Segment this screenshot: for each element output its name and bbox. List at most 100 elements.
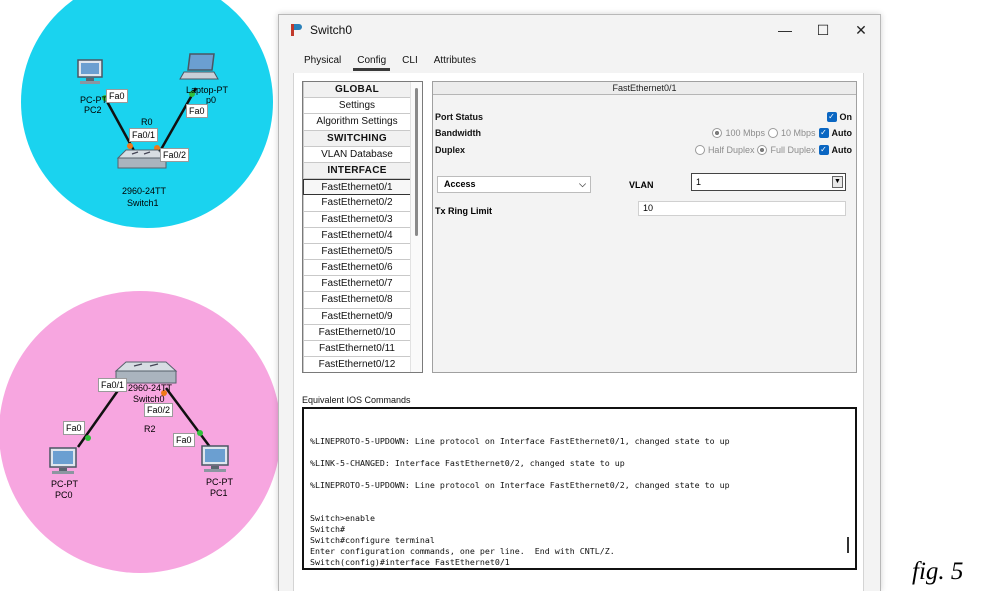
bandwidth-100-label: 100 Mbps <box>725 128 765 138</box>
tab-bar: Physical Config CLI Attributes <box>296 51 484 71</box>
laptop-type-label: Laptop-PT <box>186 85 229 95</box>
title-bar[interactable]: Switch0 — ☐ ✕ <box>279 15 880 45</box>
bandwidth-auto-label: Auto <box>831 128 853 138</box>
vlan-label: VLAN <box>629 180 654 190</box>
port-label: Fa0/2 <box>144 403 174 417</box>
port-mode-value: Access <box>444 179 476 189</box>
bandwidth-10-label: 10 Mbps <box>780 128 816 138</box>
nav-scroll-thumb[interactable] <box>415 88 418 236</box>
switch1-name-label: Switch1 <box>127 198 159 208</box>
tab-attributes[interactable]: Attributes <box>426 51 484 71</box>
port-status-checkbox[interactable]: ✓ <box>826 112 837 122</box>
port-label: Fa0/2 <box>160 148 190 162</box>
vlan-select[interactable]: 1 ▼ <box>691 173 846 191</box>
nav-item[interactable]: FastEthernet0/7 <box>303 276 411 293</box>
topology-drawing <box>0 0 281 573</box>
vlan-value: 1 <box>696 177 702 187</box>
tx-ring-limit-label: Tx Ring Limit <box>435 206 492 216</box>
switch1-model-label: 2960-24TT <box>122 186 167 196</box>
nav-item[interactable]: FastEthernet0/11 <box>303 341 411 358</box>
zone-center-label: R2 <box>144 424 156 434</box>
duplex-full-radio[interactable] <box>757 145 768 155</box>
bandwidth-100-radio[interactable] <box>712 128 723 138</box>
interface-panel: FastEthernet0/1 Port Status ✓ On Bandwid… <box>432 81 857 373</box>
zone-bottom <box>0 291 281 573</box>
bandwidth-auto-checkbox[interactable]: ✓ <box>818 128 829 138</box>
nav-item[interactable]: FastEthernet0/6 <box>303 260 411 277</box>
tx-ring-limit-value: 10 <box>643 203 654 213</box>
nav-item[interactable]: FastEthernet0/5 <box>303 243 411 261</box>
nav-scrollbar[interactable] <box>410 82 422 372</box>
port-status-label: Port Status <box>435 112 484 122</box>
console-line: %LINEPROTO-5-UPDOWN: Line protocol on In… <box>310 480 730 490</box>
ios-commands-label: Equivalent IOS Commands <box>302 395 411 405</box>
pc2-name-label: PC2 <box>84 105 102 115</box>
switch-icon[interactable] <box>116 149 168 169</box>
nav-item[interactable]: Algorithm Settings <box>303 114 411 131</box>
port-label: Fa0 <box>173 433 195 447</box>
config-nav-list: GLOBAL Settings Algorithm Settings SWITCHIN… <box>303 82 411 372</box>
nav-item[interactable]: FastEthernet0/1 <box>303 179 411 196</box>
nav-item[interactable]: FastEthernet0/9 <box>303 308 411 325</box>
dropdown-arrow-icon[interactable]: ▼ <box>832 176 843 188</box>
nav-item[interactable]: FastEthernet0/10 <box>303 324 411 341</box>
bandwidth-10-radio[interactable] <box>767 128 778 138</box>
switch0-model-label: 2960-24TT <box>128 383 173 393</box>
console-line: %LINEPROTO-5-UPDOWN: Line protocol on In… <box>310 436 730 446</box>
minimize-button[interactable]: — <box>766 15 804 45</box>
tab-cli[interactable]: CLI <box>394 51 426 71</box>
nav-item[interactable]: VLAN Database <box>303 146 411 163</box>
link-light <box>85 435 91 441</box>
device-window: Switch0 — ☐ ✕ Physical Config CLI Attrib… <box>278 14 881 591</box>
close-button[interactable]: ✕ <box>842 15 880 45</box>
port-label: Fa0 <box>186 104 208 118</box>
pc2-type-label: PC-PT <box>80 95 107 105</box>
nav-item[interactable]: FastEthernet0/12 <box>303 357 411 372</box>
config-panel: GLOBAL Settings Algorithm Settings SWITCHIN… <box>293 73 864 591</box>
console-line: Switch#configure terminal <box>310 535 435 545</box>
tab-physical[interactable]: Physical <box>296 51 349 71</box>
link-light <box>127 143 133 149</box>
console-line: Enter configuration commands, one per li… <box>310 546 615 556</box>
nav-item[interactable]: FastEthernet0/4 <box>303 227 411 244</box>
window-title: Switch0 <box>310 23 353 37</box>
duplex-auto-label: Auto <box>831 145 853 155</box>
port-mode-select[interactable]: Access ⌵ <box>437 176 591 193</box>
console-line: %LINK-5-CHANGED: Interface FastEthernet0… <box>310 458 625 468</box>
nav-item[interactable]: Settings <box>303 98 411 115</box>
port-status-on-label: On <box>839 112 853 122</box>
interface-title: FastEthernet0/1 <box>433 82 856 95</box>
zone-center-label: R0 <box>141 117 153 127</box>
topology-canvas: PC-PT PC2 Fa0 Laptop-PT p0 Fa0 R0 Fa0/1 … <box>0 0 300 591</box>
nav-item[interactable]: FastEthernet0/2 <box>303 195 411 212</box>
config-nav: GLOBAL Settings Algorithm Settings SWITCHIN… <box>302 81 423 373</box>
pc0-type-label: PC-PT <box>51 479 78 489</box>
figure-caption: fig. 5 <box>912 558 964 585</box>
duplex-half-radio[interactable] <box>694 145 705 155</box>
port-label: Fa0/1 <box>129 128 159 142</box>
ios-commands-lines: %LINEPROTO-5-UPDOWN: Line protocol on In… <box>310 436 849 568</box>
port-label: Fa0/1 <box>98 378 128 392</box>
packet-tracer-icon <box>291 24 302 36</box>
duplex-full-label: Full Duplex <box>770 145 816 155</box>
chevron-down-icon: ⌵ <box>579 179 586 189</box>
console-scroll-thumb[interactable] <box>847 537 849 553</box>
duplex-half-label: Half Duplex <box>707 145 755 155</box>
tx-ring-limit-input[interactable]: 10 <box>638 201 846 216</box>
tab-config[interactable]: Config <box>349 51 394 71</box>
ios-commands-console[interactable]: %LINEPROTO-5-UPDOWN: Line protocol on In… <box>302 407 857 570</box>
nav-item[interactable]: FastEthernet0/8 <box>303 292 411 309</box>
nav-section-header: SWITCHING <box>303 130 411 147</box>
duplex-label: Duplex <box>435 145 466 155</box>
nav-item[interactable]: FastEthernet0/3 <box>303 211 411 228</box>
port-label: Fa0 <box>63 421 85 435</box>
bandwidth-label: Bandwidth <box>435 128 481 138</box>
maximize-button[interactable]: ☐ <box>804 15 842 45</box>
console-line: Switch>enable <box>310 513 375 523</box>
duplex-auto-checkbox[interactable]: ✓ <box>818 145 829 155</box>
nav-section-header: GLOBAL <box>303 82 411 99</box>
console-line: Switch(config)#interface FastEthernet0/1 <box>310 557 510 567</box>
